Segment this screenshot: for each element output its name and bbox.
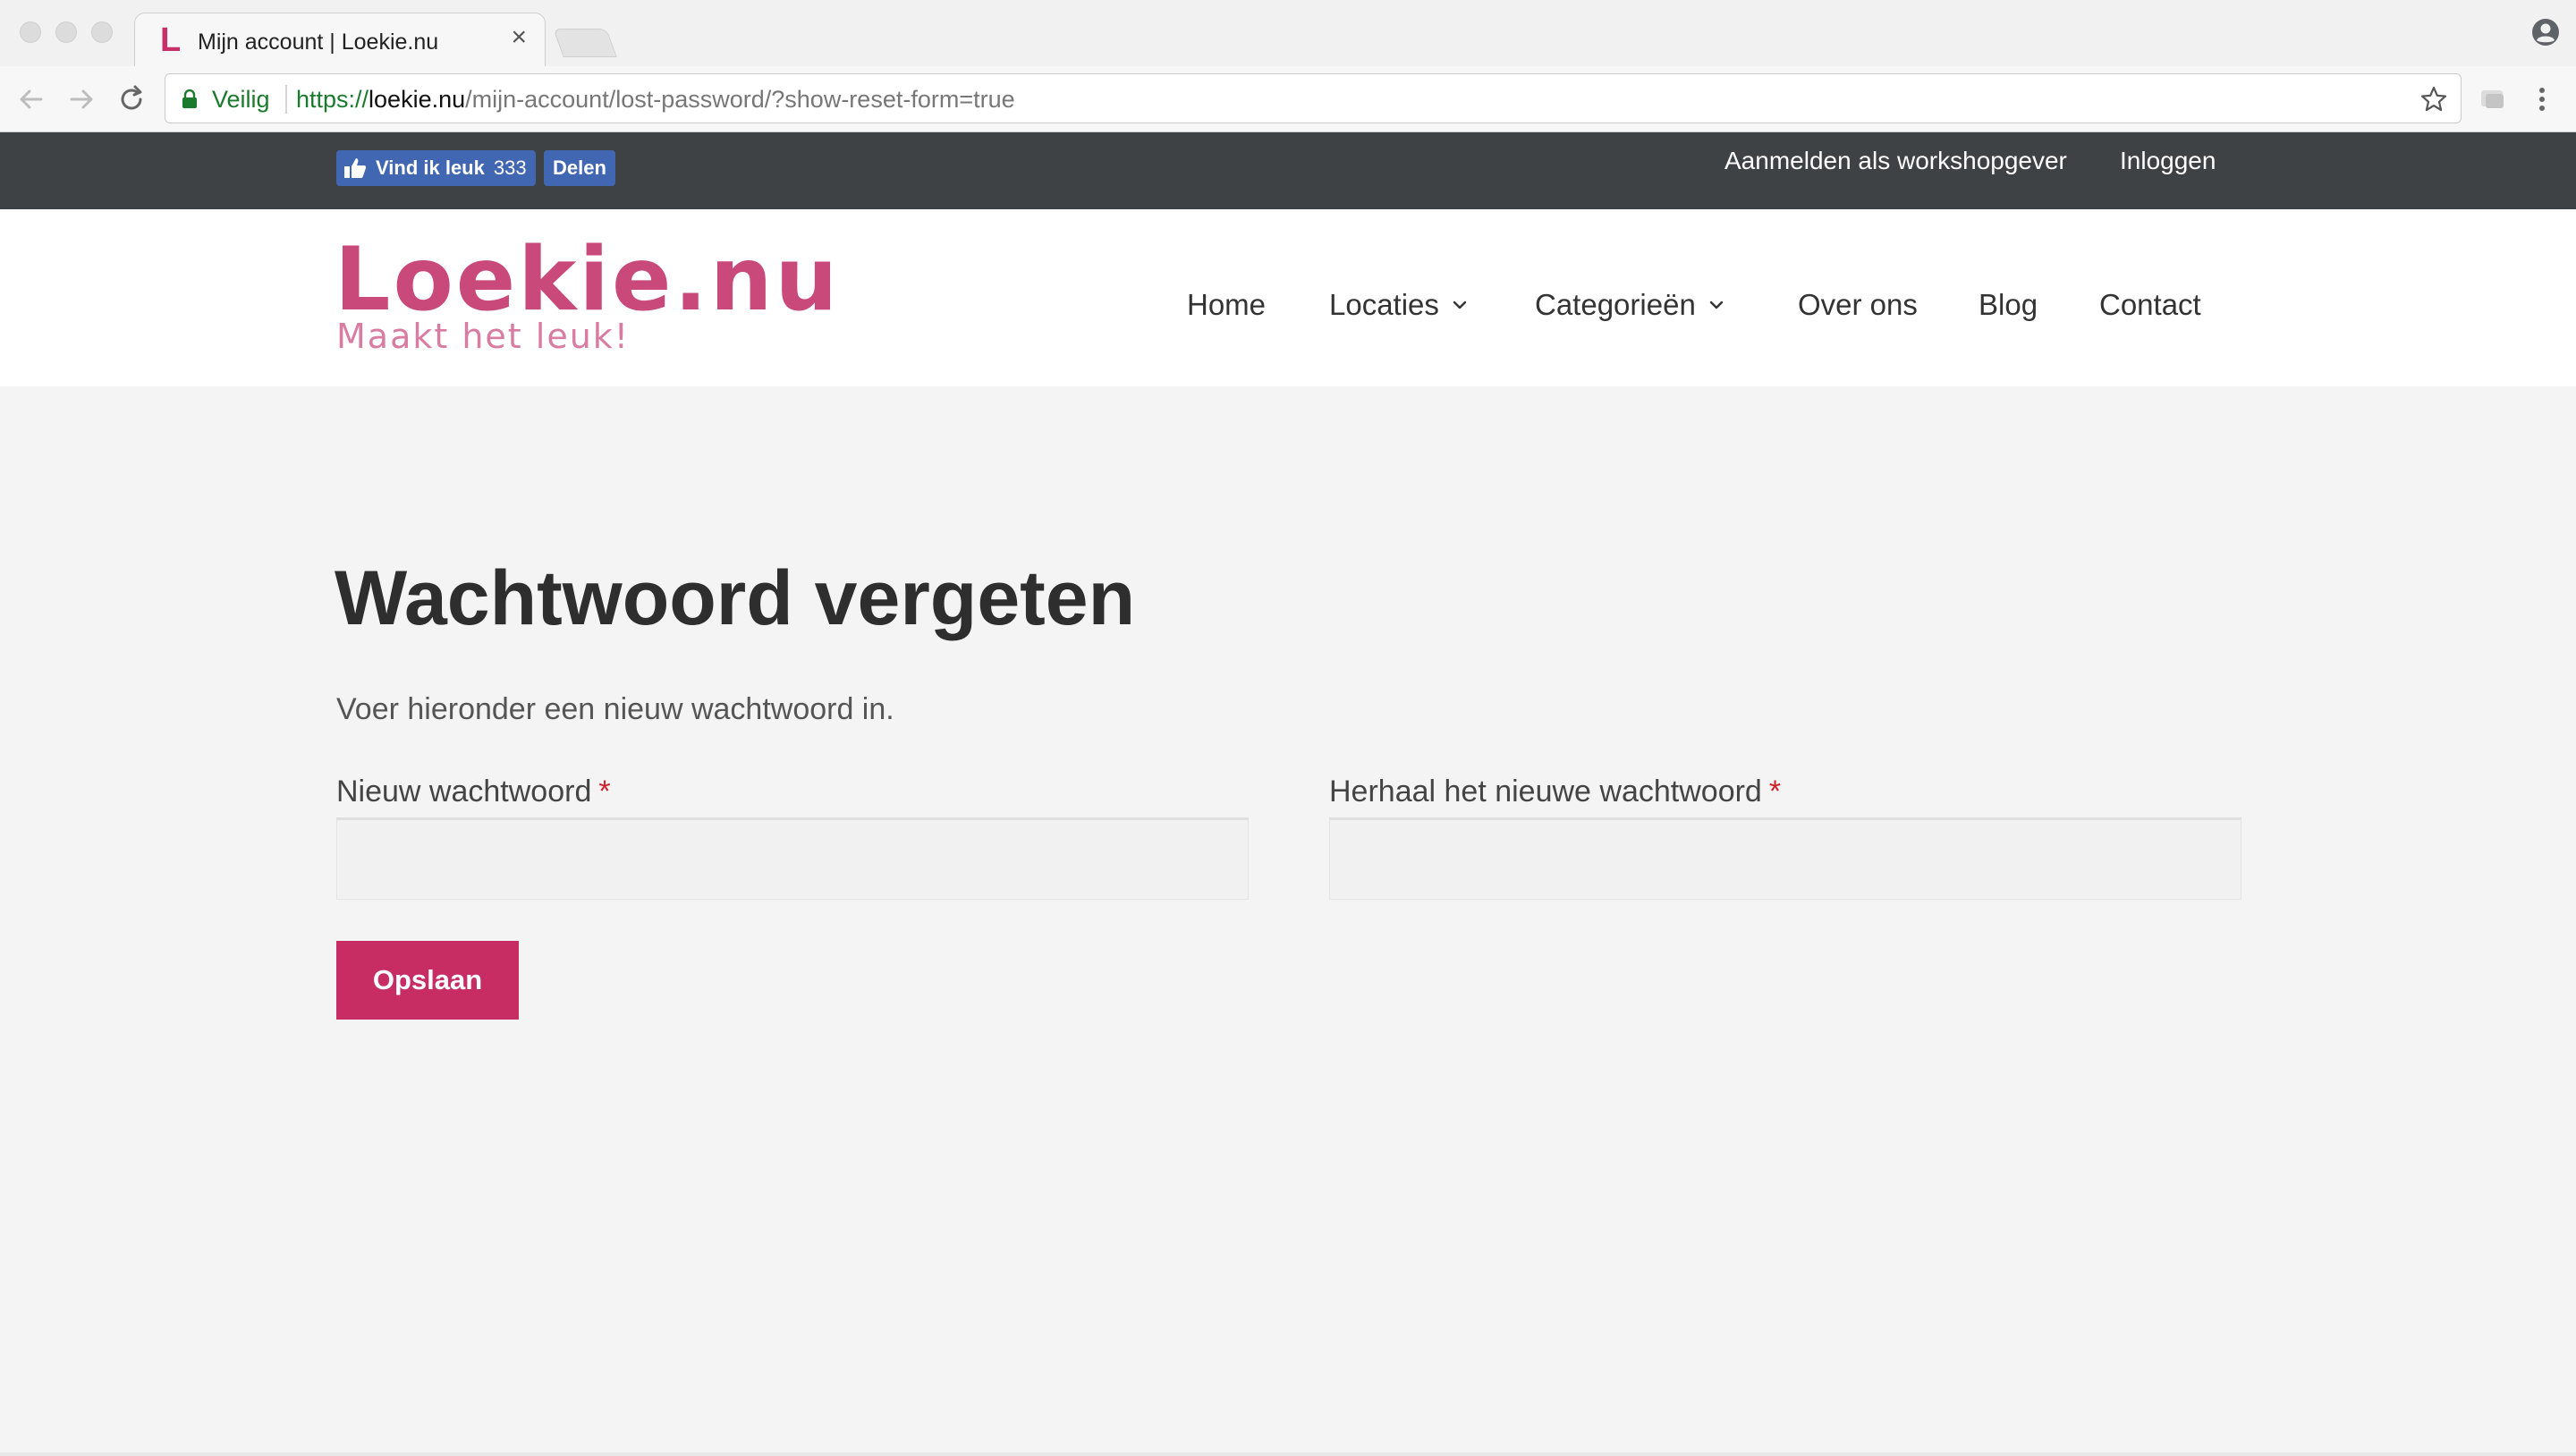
like-count: 333 (493, 157, 527, 179)
site-tagline: Maakt het leuk! (336, 317, 631, 356)
browser-toolbar: Veilig https://loekie.nu/mijn-account/lo… (0, 66, 2576, 132)
url-path: /mijn-account/lost-password/?show-reset-… (465, 86, 1015, 113)
bookmark-star-icon[interactable] (2419, 85, 2448, 114)
nav-item-contact[interactable]: Contact (2099, 288, 2201, 322)
facebook-like-button[interactable]: Vind ik leuk 333 (336, 150, 536, 186)
url-host: loekie.nu (369, 86, 466, 113)
browser-tabstrip: L Mijn account | Loekie.nu × (0, 0, 2576, 68)
nav-item-blog[interactable]: Blog (1979, 288, 2038, 322)
new-tab-button[interactable] (553, 29, 617, 57)
required-marker: * (598, 775, 611, 808)
profile-icon[interactable] (2531, 18, 2560, 47)
nav-item-over-ons[interactable]: Over ons (1798, 288, 1918, 322)
tab-close-icon[interactable]: × (511, 24, 527, 51)
login-link[interactable]: Inloggen (2120, 147, 2216, 175)
window-bottom-edge (0, 1452, 2576, 1456)
omnibox-divider (285, 85, 287, 114)
forward-arrow-icon[interactable] (64, 82, 98, 116)
site-favicon-icon: L (160, 21, 182, 59)
tab-title: Mijn account | Loekie.nu (198, 30, 439, 55)
repeat-password-label-text: Herhaal het nieuwe wachtwoord (1329, 775, 1762, 808)
reload-icon[interactable] (114, 82, 148, 116)
url-scheme: https:// (296, 86, 369, 113)
secure-label: Veilig (212, 86, 270, 113)
chevron-down-icon (1709, 301, 1723, 309)
save-button[interactable]: Opslaan (336, 941, 519, 1020)
nav-label: Contact (2099, 288, 2201, 321)
register-workshop-link[interactable]: Aanmelden als workshopgever (1724, 147, 2067, 175)
page-title: Wachtwoord vergeten (335, 555, 1136, 641)
nav-item-home[interactable]: Home (1187, 288, 1266, 322)
window-maximize-control[interactable] (91, 21, 113, 43)
new-password-label-text: Nieuw wachtwoord (336, 775, 592, 808)
window-minimize-control[interactable] (55, 21, 77, 43)
extension-icon[interactable] (2478, 84, 2508, 114)
repeat-password-label: Herhaal het nieuwe wachtwoord * (1329, 775, 1781, 809)
new-password-label: Nieuw wachtwoord * (336, 775, 611, 809)
nav-item-locaties[interactable]: Locaties (1329, 288, 1468, 322)
site-topbar: Vind ik leuk 333 Delen Aanmelden als wor… (0, 132, 2576, 209)
nav-label: Blog (1979, 288, 2038, 321)
required-marker: * (1768, 775, 1782, 808)
back-arrow-icon[interactable] (14, 82, 48, 116)
new-password-input[interactable] (336, 817, 1249, 900)
url-text[interactable]: https://loekie.nu/mijn-account/lost-pass… (296, 86, 1015, 114)
lock-icon (182, 89, 197, 108)
browser-tab-active[interactable]: L Mijn account | Loekie.nu × (134, 13, 546, 68)
address-bar[interactable]: Veilig https://loekie.nu/mijn-account/lo… (165, 73, 2462, 123)
repeat-password-input[interactable] (1329, 817, 2241, 900)
browser-menu-icon[interactable] (2531, 82, 2553, 116)
site-header: Loekie.nu Maakt het leuk! Home Locaties … (0, 209, 2576, 386)
site-logo[interactable]: Loekie.nu (335, 231, 840, 329)
nav-label: Locaties (1329, 288, 1439, 321)
chevron-down-icon (1453, 301, 1467, 309)
nav-item-categorieen[interactable]: Categorieën (1535, 288, 1724, 322)
nav-label: Over ons (1798, 288, 1918, 321)
like-label: Vind ik leuk (376, 157, 485, 179)
facebook-share-button[interactable]: Delen (544, 150, 615, 186)
nav-label: Categorieën (1535, 288, 1696, 321)
thumbs-up-icon (344, 158, 367, 178)
window-close-control[interactable] (20, 21, 41, 43)
nav-label: Home (1187, 288, 1267, 321)
intro-text: Voer hieronder een nieuw wachtwoord in. (336, 692, 894, 726)
